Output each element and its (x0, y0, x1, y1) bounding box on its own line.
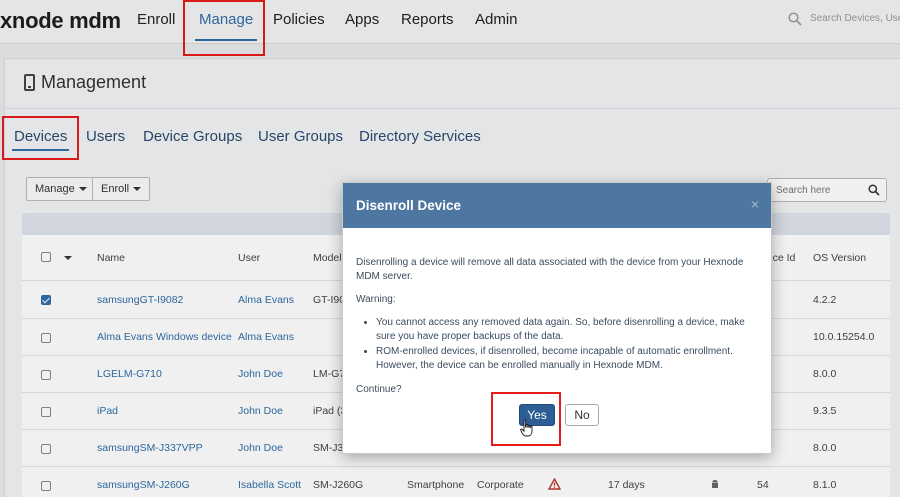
warning-label: Warning: (356, 294, 396, 305)
close-icon[interactable]: × (751, 196, 759, 212)
dialog-title: Disenroll Device (356, 198, 462, 213)
dialog-header: Disenroll Device × (343, 183, 771, 228)
hand-cursor-icon (520, 419, 533, 437)
warning-list: You cannot access any removed data again… (376, 316, 761, 374)
no-button[interactable]: No (565, 404, 599, 426)
warning-item: ROM-enrolled devices, if disenrolled, be… (376, 345, 761, 373)
dialog-body-text: Disenrolling a device will remove all da… (356, 257, 744, 282)
continue-label: Continue? (356, 384, 402, 395)
warning-item: You cannot access any removed data again… (376, 316, 761, 344)
